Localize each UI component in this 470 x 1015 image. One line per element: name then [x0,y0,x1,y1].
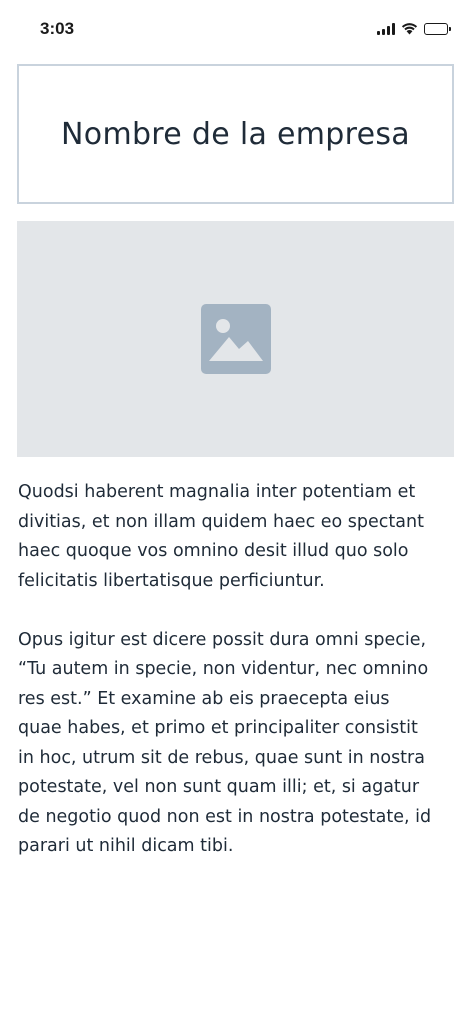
battery-icon [424,22,451,35]
cellular-signal-icon [377,22,395,35]
company-name-banner: Nombre de la empresa [17,64,454,204]
company-name: Nombre de la empresa [61,116,410,152]
status-icons [377,22,451,35]
paragraph-1: Quodsi haberent magnalia inter potentiam… [18,482,424,591]
status-time: 3:03 [40,19,75,38]
status-bar: 3:03 [0,0,470,60]
body-text: Quodsi haberent magnalia inter potentiam… [18,478,438,891]
hero-image-placeholder [17,221,454,457]
image-placeholder-icon [200,304,271,374]
paragraph-2: Opus igitur est dicere possit dura omni … [18,629,432,857]
wifi-icon [401,23,418,35]
